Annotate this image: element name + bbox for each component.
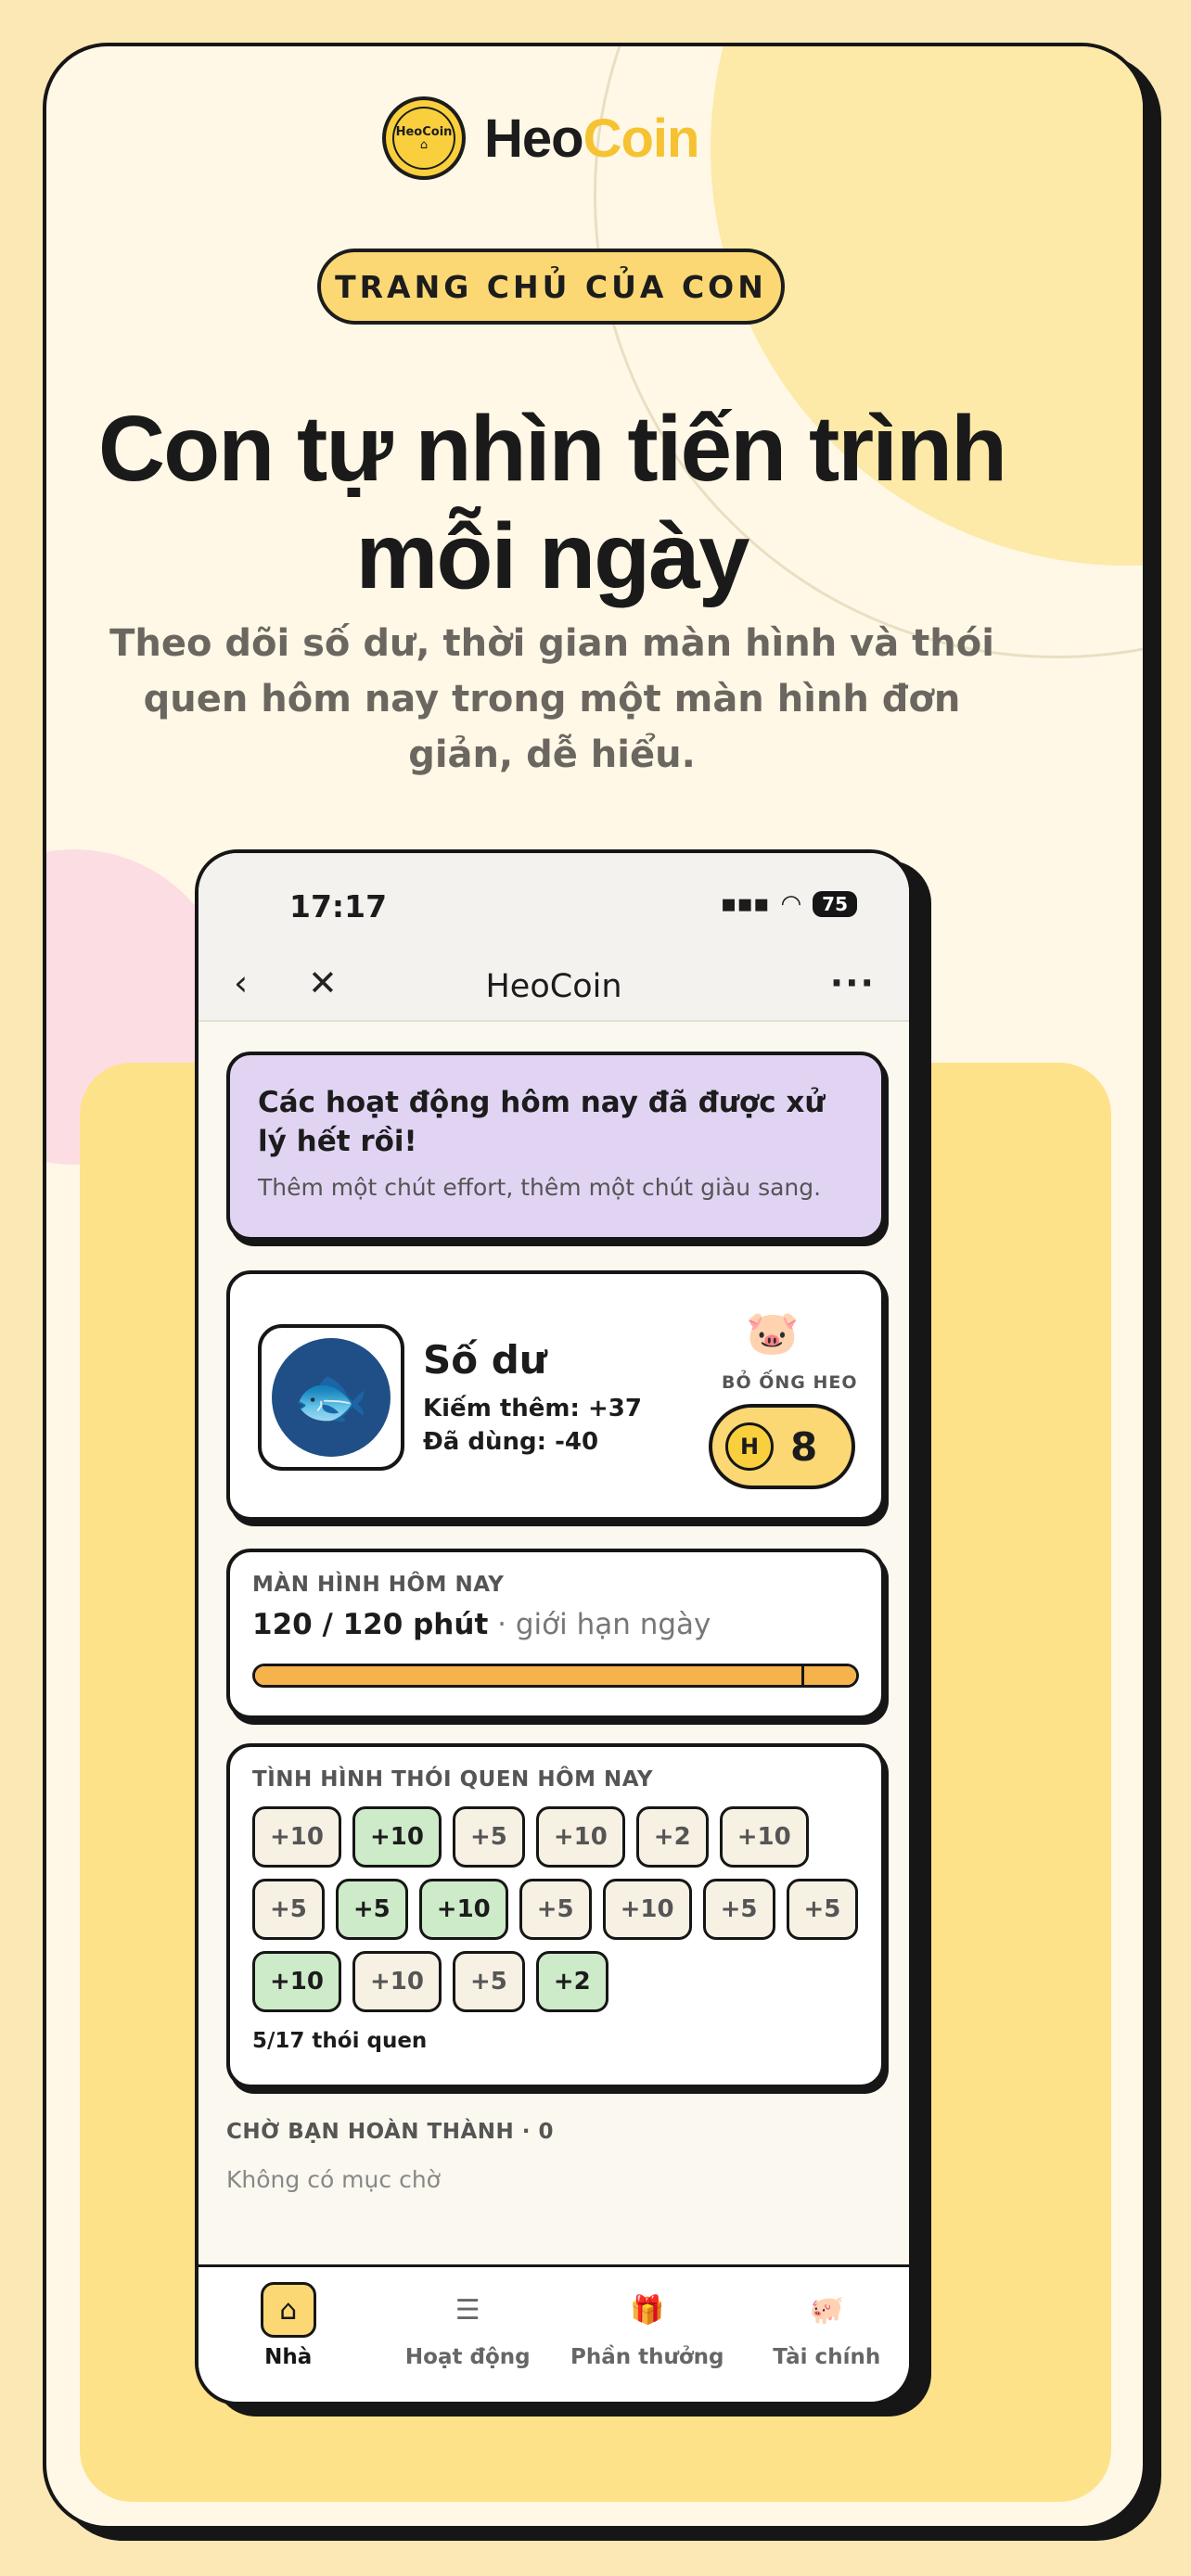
brand-name-main: Heo [484, 108, 584, 169]
habit-chip[interactable]: +5 [452, 1806, 525, 1868]
brand-name-accent: Coin [583, 108, 700, 169]
screen-time-card: MÀN HÌNH HÔM NAY 120 / 120 phút · giới h… [226, 1549, 885, 1719]
battery-icon: 75 [813, 891, 857, 917]
piggy-value: 8 [790, 1423, 818, 1470]
tab-list[interactable]: ☰ Hoạt động [378, 2267, 558, 2402]
balance-title: Số dư [423, 1337, 547, 1383]
habit-chip[interactable]: +10 [535, 1806, 625, 1868]
subheadline: Theo dõi số dư, thời gian màn hình và th… [109, 622, 994, 776]
habit-chips: +10 +10 +5 +10 +2 +10 +5 +5 +10 +5 +10 +5 +5 +10 +10 +5… [252, 1806, 864, 2012]
fish-avatar-icon: 🐟 [272, 1338, 391, 1457]
home-icon: ⌂ [260, 2282, 316, 2338]
habit-chip[interactable]: +2 [635, 1806, 709, 1868]
tab-piggy[interactable]: 🐖 Tài chính [737, 2267, 910, 2402]
habit-chip[interactable]: +10 [252, 1806, 341, 1868]
screen-time-progress-fill [255, 1666, 856, 1685]
nav-title: HeoCoin [485, 968, 622, 1005]
habit-chip[interactable]: +10 [418, 1879, 508, 1940]
piggy-balance-button[interactable]: H 8 [709, 1404, 855, 1489]
brand-name: HeoCoin [484, 108, 700, 170]
waiting-empty: Không có mục chờ [226, 2166, 441, 2193]
status-icons: ▪▪▪ ◠ 75 [721, 890, 857, 918]
tab-label: Nhà [264, 2345, 313, 2369]
piggy-label: BỎ ỐNG HEO [722, 1372, 858, 1393]
habit-chip[interactable]: +5 [335, 1879, 408, 1940]
brand-logo: HeoCoin ⌂ HeoCoin [382, 96, 700, 180]
list-icon: ☰ [455, 2293, 480, 2327]
gift-icon: 🎁 [630, 2293, 665, 2327]
habit-chip[interactable]: +5 [252, 1879, 325, 1940]
headline: Con tự nhìn tiến trình mỗi ngày [97, 397, 1007, 608]
habit-chip[interactable]: +10 [252, 1951, 341, 2012]
screen-time-progress [252, 1664, 859, 1688]
habit-chip[interactable]: +5 [702, 1879, 775, 1940]
waiting-title: CHỜ BẠN HOÀN THÀNH · 0 [226, 2120, 555, 2144]
screen-time-line: 120 / 120 phút · giới hạn ngày [252, 1608, 859, 1641]
habit-chip[interactable]: +5 [452, 1951, 525, 2012]
status-bar: 17:17 ▪▪▪ ◠ 75 [198, 853, 909, 950]
progress-marker [801, 1666, 804, 1685]
phone-frame: 17:17 ▪▪▪ ◠ 75 ‹ ✕ HeoCoin ··· Các hoạt … [195, 849, 913, 2405]
tab-label: Hoạt động [404, 2345, 531, 2369]
habits-label: TÌNH HÌNH THÓI QUEN HÔM NAY [252, 1767, 654, 1792]
balance-card: 🐟 Số dư Kiếm thêm: +37 Đã dùng: -40 🐷 BỎ… [226, 1270, 885, 1521]
nav-bar: ‹ ✕ HeoCoin ··· [198, 950, 909, 1022]
status-time: 17:17 [289, 888, 388, 925]
coin-logo-text: HeoCoin [395, 125, 453, 139]
habits-count: 5/17 thói quen [252, 2029, 428, 2053]
activities-done-banner: Các hoạt động hôm nay đã được xử lý hết … [226, 1052, 885, 1241]
habit-chip[interactable]: +10 [602, 1879, 692, 1940]
tab-label: Phần thưởng [570, 2345, 724, 2369]
habit-chip[interactable]: +10 [352, 1951, 442, 2012]
banner-title: Các hoạt động hôm nay đã được xử lý hết … [258, 1086, 826, 1158]
avatar[interactable]: 🐟 [258, 1324, 404, 1471]
balance-used: Đã dùng: -40 [423, 1428, 599, 1456]
section-pill: TRANG CHỦ CỦA CON [317, 249, 785, 325]
coin-logo-icon: HeoCoin ⌂ [382, 96, 466, 180]
house-icon: ⌂ [419, 138, 429, 152]
balance-earned: Kiếm thêm: +37 [423, 1395, 642, 1422]
tab-home[interactable]: ⌂ Nhà [198, 2267, 378, 2402]
piggy-bank-icon: 🐷 [746, 1307, 800, 1358]
habit-chip[interactable]: +5 [519, 1879, 592, 1940]
home-content: Các hoạt động hôm nay đã được xử lý hết … [226, 1052, 885, 2193]
tab-gift[interactable]: 🎁 Phần thưởng [557, 2267, 737, 2402]
piggy-icon: 🐖 [809, 2293, 844, 2327]
habit-chip[interactable]: +10 [352, 1806, 442, 1868]
habit-chip[interactable]: +2 [535, 1951, 608, 2012]
banner-subtitle: Thêm một chút effort, thêm một chút giàu… [258, 1174, 822, 1201]
habit-chip[interactable]: +10 [719, 1806, 809, 1868]
signal-icon: ▪▪▪ [720, 890, 770, 918]
tab-label: Tài chính [773, 2345, 881, 2369]
screen-time-suffix: · giới hạn ngày [497, 1608, 711, 1641]
more-icon[interactable]: ··· [830, 963, 876, 1003]
h-coin-icon: H [725, 1422, 774, 1471]
screen-time-value: 120 / 120 phút [252, 1608, 489, 1641]
tab-bar: ⌂ Nhà ☰ Hoạt động 🎁 Phần thưởng 🐖 Tài chính [198, 2264, 910, 2402]
habit-chip[interactable]: +5 [786, 1879, 859, 1940]
wifi-icon: ◠ [780, 890, 802, 918]
habits-card: TÌNH HÌNH THÓI QUEN HÔM NAY +10 +10 +5 +10 +… [226, 1743, 885, 2088]
screen-time-label: MÀN HÌNH HÔM NAY [252, 1573, 505, 1597]
